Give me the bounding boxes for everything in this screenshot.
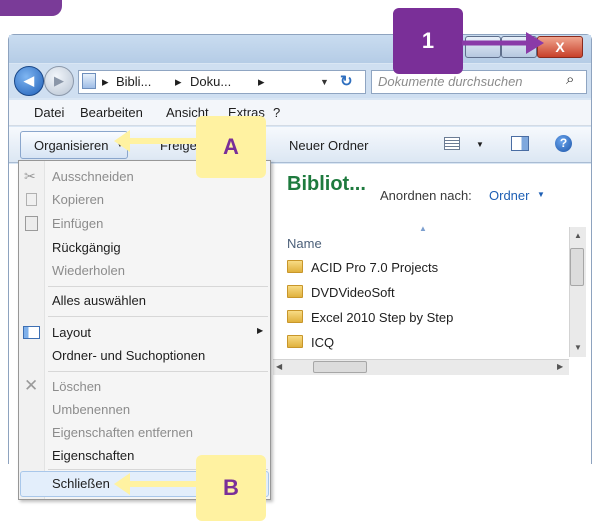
back-button[interactable]: ◀ <box>14 66 44 96</box>
submenu-arrow-icon: ▶ <box>257 326 264 335</box>
menu-edit[interactable]: Bearbeiten <box>80 105 143 120</box>
scroll-right-icon[interactable]: ▶ <box>557 362 563 371</box>
list-item[interactable]: ACID Pro 7.0 Projects <box>287 260 438 275</box>
menu-item-layout[interactable]: Layout <box>52 325 91 340</box>
organize-label: Organisieren <box>34 138 109 153</box>
column-header-name[interactable]: Name <box>287 236 322 251</box>
scroll-down-icon[interactable]: ▼ <box>574 343 582 352</box>
scroll-up-icon[interactable]: ▲ <box>574 231 582 240</box>
menu-item-delete: Löschen <box>52 379 102 394</box>
delete-icon: ✕ <box>24 376 39 395</box>
menu-item-remove-properties: Eigenschaften entfernen <box>52 425 193 440</box>
help-icon[interactable]: ? <box>555 135 572 152</box>
file-name: DVDVideoSoft <box>311 285 395 300</box>
horizontal-scrollbar-thumb[interactable] <box>313 361 367 373</box>
callout-step-1: 1 <box>393 8 463 74</box>
menu-item-copy: Kopieren <box>52 192 105 207</box>
library-title: Bibliot... <box>287 173 366 195</box>
scissors-icon: ✂ <box>24 168 36 184</box>
menu-item-rename: Umbenennen <box>52 402 131 417</box>
menu-item-undo[interactable]: Rückgängig <box>52 240 121 255</box>
menu-item-redo: Wiederholen <box>52 263 125 278</box>
menu-file[interactable]: Datei <box>34 105 64 120</box>
corner-decoration <box>0 0 62 16</box>
callout-a: A <box>196 116 266 178</box>
list-item[interactable]: Excel 2010 Step by Step <box>287 310 453 325</box>
folder-icon <box>287 335 303 348</box>
search-icon[interactable]: ⌕ <box>566 71 574 88</box>
menu-item-select-all[interactable]: Alles auswählen <box>52 293 146 308</box>
arrange-dropdown-icon[interactable]: ▼ <box>537 190 545 199</box>
callout-arrow-b <box>114 473 196 495</box>
vertical-scrollbar[interactable] <box>569 227 586 357</box>
menu-item-paste: Einfügen <box>52 216 104 231</box>
library-icon <box>82 73 96 89</box>
callout-b: B <box>196 455 266 521</box>
address-dropdown-icon[interactable]: ▼ <box>320 77 329 87</box>
menu-separator <box>48 371 268 372</box>
layout-icon <box>23 326 40 339</box>
scroll-left-icon[interactable]: ◀ <box>276 362 282 371</box>
list-item[interactable]: DVDVideoSoft <box>287 285 395 300</box>
menu-item-properties[interactable]: Eigenschaften <box>52 448 134 463</box>
view-options-icon[interactable] <box>444 137 460 150</box>
menu-separator <box>48 286 268 287</box>
breadcrumb-arrow-icon: ▸ <box>102 74 109 89</box>
callout-arrow-a <box>114 130 196 152</box>
list-item[interactable]: ICQ <box>287 335 334 350</box>
breadcrumb-documents[interactable]: Doku... <box>190 74 231 89</box>
scrollbar-thumb[interactable] <box>570 248 584 286</box>
paste-icon <box>25 216 38 231</box>
menu-item-close[interactable]: Schließen <box>52 476 110 491</box>
view-dropdown-icon[interactable]: ▼ <box>476 140 484 149</box>
forward-button[interactable]: ▶ <box>44 66 74 96</box>
menu-item-cut: Ausschneiden <box>52 169 134 184</box>
new-folder-button[interactable]: Neuer Ordner <box>289 138 368 153</box>
file-name: Excel 2010 Step by Step <box>311 310 454 325</box>
search-placeholder: Dokumente durchsuchen <box>378 74 523 89</box>
file-name: ACID Pro 7.0 Projects <box>311 260 439 275</box>
breadcrumb-libraries[interactable]: Bibli... <box>116 74 151 89</box>
folder-icon <box>287 310 303 323</box>
refresh-icon[interactable]: ↻ <box>340 72 353 90</box>
menu-separator <box>48 316 268 317</box>
callout-arrow-purple <box>462 32 544 54</box>
folder-icon <box>287 285 303 298</box>
file-name: ICQ <box>311 335 335 350</box>
menu-help[interactable]: ? <box>273 105 280 120</box>
arrange-label: Anordnen nach: <box>380 188 472 203</box>
menu-item-folder-options[interactable]: Ordner- und Suchoptionen <box>52 348 205 363</box>
breadcrumb-arrow-icon: ▸ <box>175 74 182 89</box>
folder-icon <box>287 260 303 273</box>
breadcrumb-arrow-icon: ▸ <box>258 74 265 89</box>
arrange-value-link[interactable]: Ordner <box>489 188 529 203</box>
sort-ascending-icon: ▲ <box>419 224 427 233</box>
copy-icon <box>26 193 37 206</box>
preview-pane-icon[interactable] <box>511 136 529 151</box>
